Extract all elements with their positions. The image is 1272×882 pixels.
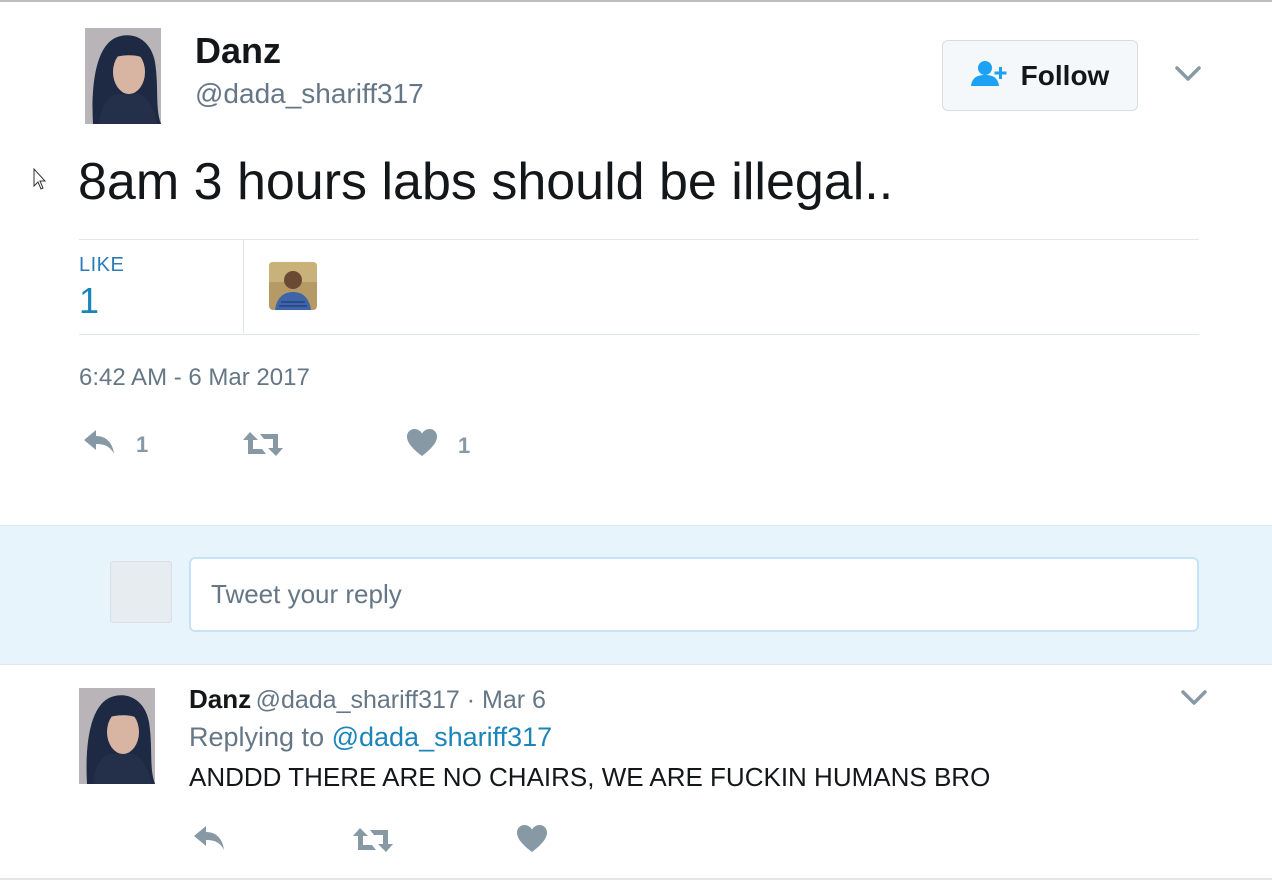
follow-button[interactable]: Follow bbox=[942, 40, 1138, 111]
reply-author-name[interactable]: Danz bbox=[189, 684, 251, 714]
reply-chevron-down-icon[interactable] bbox=[1180, 688, 1208, 708]
author-handle[interactable]: @dada_shariff317 bbox=[195, 78, 424, 110]
add-user-icon bbox=[970, 59, 1009, 92]
reply-author-handle[interactable]: @dada_shariff317 bbox=[256, 686, 460, 714]
reply-input[interactable]: Tweet your reply bbox=[189, 557, 1199, 632]
replying-to-mention[interactable]: @dada_shariff317 bbox=[332, 722, 553, 752]
like-count: 1 bbox=[458, 432, 471, 458]
reply-date[interactable]: Mar 6 bbox=[482, 686, 546, 714]
like-action[interactable]: 1 bbox=[406, 428, 470, 463]
author-name[interactable]: Danz bbox=[195, 30, 281, 72]
retweet-icon bbox=[352, 826, 394, 859]
current-user-avatar bbox=[110, 561, 172, 623]
reply-placeholder: Tweet your reply bbox=[211, 579, 402, 609]
bottom-divider bbox=[0, 878, 1272, 880]
reply-count: 1 bbox=[136, 431, 149, 457]
reply-action[interactable]: 1 bbox=[82, 428, 148, 461]
tweet-timestamp[interactable]: 6:42 AM - 6 Mar 2017 bbox=[79, 364, 310, 392]
mouse-cursor-icon bbox=[33, 167, 47, 195]
author-avatar[interactable] bbox=[85, 28, 161, 124]
reply-composer: Tweet your reply bbox=[0, 525, 1272, 665]
retweet-icon bbox=[242, 430, 284, 463]
reply-retweet-action[interactable] bbox=[352, 826, 394, 859]
reply-separator: · bbox=[459, 686, 483, 714]
reply-reply-action[interactable] bbox=[192, 824, 226, 857]
chevron-down-icon[interactable] bbox=[1174, 64, 1202, 84]
replying-to: Replying to @dada_shariff317 bbox=[189, 722, 552, 753]
reply-like-action[interactable] bbox=[516, 824, 548, 859]
liker-avatar[interactable] bbox=[269, 262, 317, 310]
reply-header: Danz @dada_shariff317 · Mar 6 bbox=[189, 684, 546, 715]
like-stat-count[interactable]: 1 bbox=[79, 280, 99, 322]
top-divider bbox=[0, 0, 1272, 2]
reply-icon bbox=[192, 824, 226, 857]
reply-author-avatar[interactable] bbox=[79, 688, 155, 784]
heart-icon bbox=[406, 428, 438, 463]
replying-prefix: Replying to bbox=[189, 722, 332, 752]
follow-label: Follow bbox=[1020, 59, 1110, 91]
like-stat-label[interactable]: LIKE bbox=[79, 254, 124, 277]
tweet-text: 8am 3 hours labs should be illegal.. bbox=[78, 153, 894, 211]
reply-icon bbox=[82, 428, 116, 461]
retweet-action[interactable] bbox=[242, 430, 304, 463]
tweet-stats: LIKE 1 bbox=[79, 239, 1199, 335]
stat-divider bbox=[243, 240, 244, 334]
heart-icon bbox=[516, 824, 548, 859]
reply-text: ANDDD THERE ARE NO CHAIRS, WE ARE FUCKIN… bbox=[189, 762, 991, 792]
